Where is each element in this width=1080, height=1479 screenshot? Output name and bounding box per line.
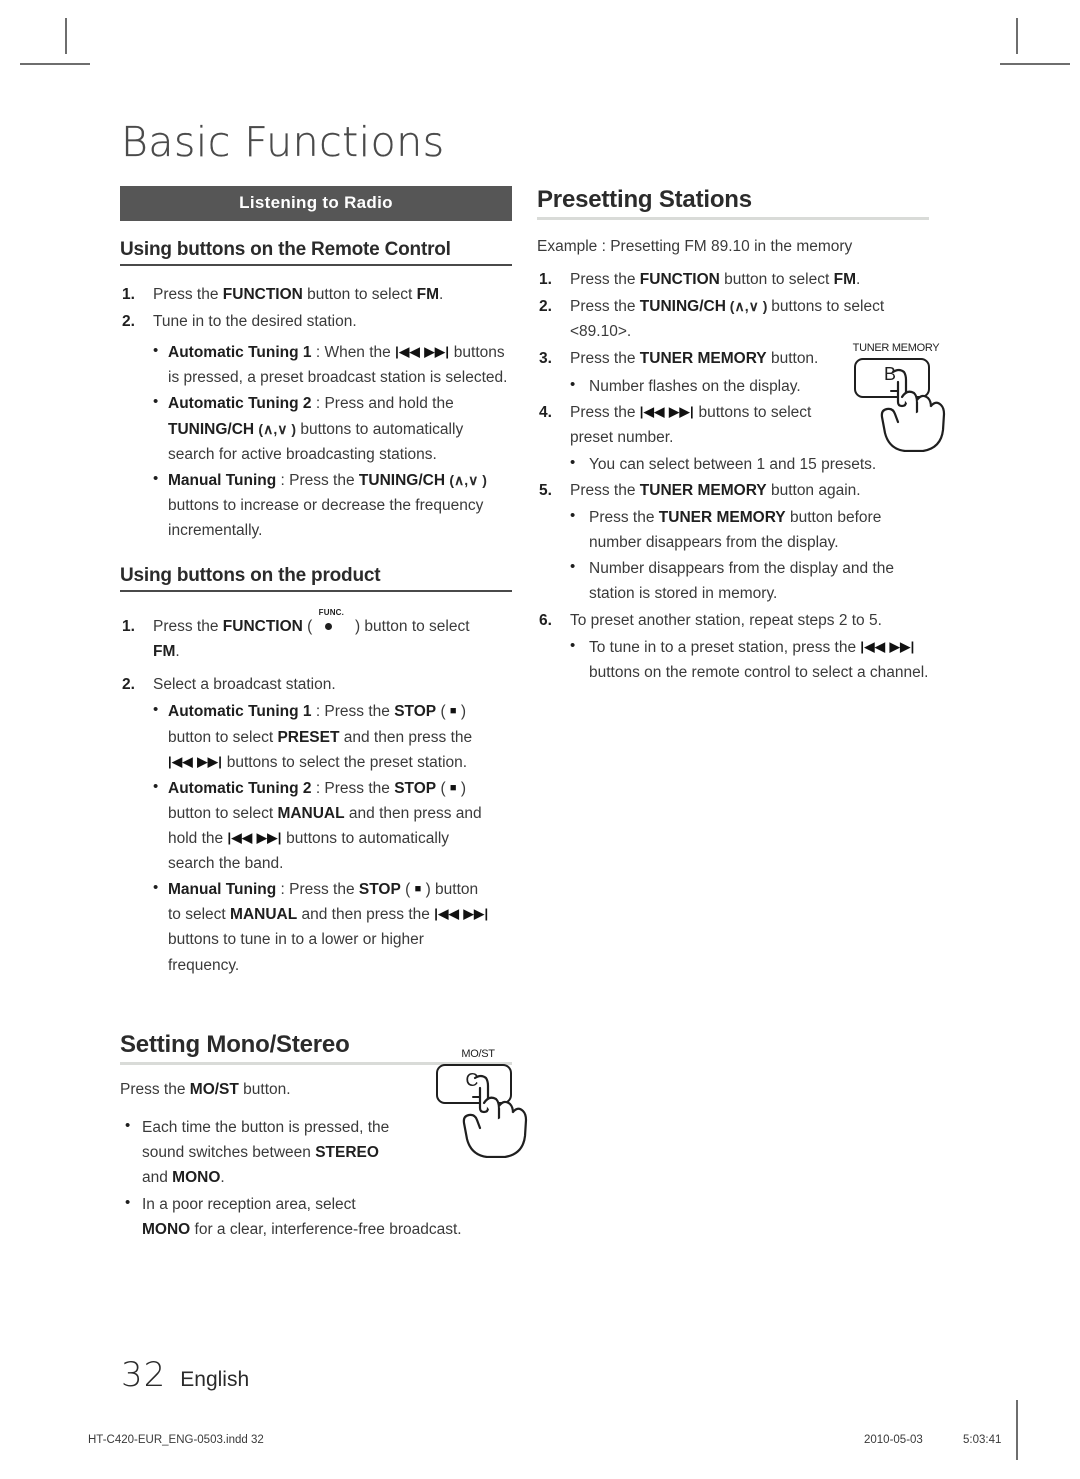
- list-item: 2. Tune in to the desired station.: [120, 309, 512, 334]
- step-text: Press the FUNCTION button to select FM.: [153, 286, 444, 303]
- bullet-label: Manual Tuning: [168, 471, 277, 489]
- step-number: 2.: [122, 676, 135, 694]
- transport-icon: |◀◀ ▶▶|: [227, 829, 282, 845]
- step-number: 4.: [539, 403, 552, 421]
- figure-most-button: MO/ST C: [420, 1048, 536, 1158]
- list-item: In a poor reception area, select MONO fo…: [120, 1191, 512, 1242]
- hand-pressing-icon: [462, 1074, 528, 1158]
- list-item: Number disappears from the display and t…: [537, 555, 929, 606]
- list-item: 1. Press the FUNCTION ( FUNC. ) button t…: [122, 608, 470, 661]
- chevron-updown-icon: (∧,∨ ): [449, 471, 487, 488]
- list-item: 1. Press the FUNCTION button to select F…: [537, 267, 929, 292]
- list-item: 5. Press the TUNER MEMORY button again.: [537, 478, 929, 503]
- sub-heading-product: Using buttons on the product: [120, 565, 381, 587]
- list-item: 1. Press the FUNCTION button to select F…: [120, 282, 512, 307]
- step-number: 5.: [539, 481, 552, 499]
- step-number: 6.: [539, 611, 552, 629]
- divider-product: [120, 590, 512, 593]
- bullet-label: Manual Tuning: [168, 881, 277, 899]
- bullet-label: Automatic Tuning 2: [168, 395, 312, 413]
- chevron-updown-icon: (∧,∨ ): [258, 420, 297, 437]
- divider-presetting-stations: [537, 217, 929, 220]
- transport-icon: |◀◀ ▶▶|: [395, 344, 450, 360]
- step-number: 2.: [122, 313, 135, 331]
- list-item: You can select between 1 and 15 presets.: [537, 451, 929, 477]
- footer-time: 5:03:41: [963, 1434, 1002, 1446]
- bullet-label: Automatic Tuning 2: [168, 779, 312, 797]
- chevron-updown-icon: (∧,∨ ): [725, 298, 772, 315]
- list-item: 2. Select a broadcast station.: [120, 672, 512, 697]
- footer-date: 2010-05-03: [864, 1434, 923, 1446]
- page-title: Basic Functions: [121, 118, 445, 166]
- transport-icon: |◀◀ ▶▶|: [860, 638, 915, 654]
- sub-heading-remote-control: Using buttons on the Remote Control: [120, 239, 451, 260]
- stop-icon: ■: [449, 705, 457, 718]
- transport-icon: |◀◀ ▶▶|: [434, 906, 489, 922]
- list-item: Automatic Tuning 1 : Press the STOP ( ■ …: [120, 698, 512, 774]
- hand-pressing-icon: [880, 368, 946, 452]
- page-language: English: [180, 1368, 250, 1391]
- step-number: 2.: [539, 298, 552, 316]
- stop-icon: ■: [449, 781, 457, 794]
- list-item: Manual Tuning : Press the TUNING/CH (∧,∨…: [120, 467, 512, 543]
- list-item: Manual Tuning : Press the STOP ( ■ ) but…: [120, 876, 512, 977]
- heading-presetting-stations: Presetting Stations: [537, 186, 752, 213]
- function-button-icon: FUNC.: [317, 608, 351, 635]
- step-number: 1.: [539, 271, 552, 289]
- bullet-label: Automatic Tuning 1: [168, 344, 312, 362]
- figure-tuner-memory-button: TUNER MEMORY B: [838, 342, 954, 452]
- list-item: Press the TUNER MEMORY button before num…: [537, 504, 929, 555]
- step-text: Tune in to the desired station.: [153, 313, 357, 331]
- list-item: Automatic Tuning 2 : Press and hold the …: [120, 390, 512, 466]
- step-number: 1.: [122, 286, 135, 303]
- step-number: 3.: [539, 350, 552, 368]
- page-number: 32: [121, 1355, 167, 1395]
- transport-icon: |◀◀ ▶▶|: [639, 403, 695, 419]
- example-text: Example : Presetting FM 89.10 in the mem…: [537, 238, 853, 255]
- list-item: Automatic Tuning 1 : When the |◀◀ ▶▶| bu…: [120, 339, 512, 390]
- transport-icon: |◀◀ ▶▶|: [168, 753, 223, 769]
- list-item: Each time the button is pressed, the sou…: [120, 1114, 452, 1190]
- stop-icon: ■: [414, 883, 422, 896]
- divider-remote-control: [120, 264, 512, 266]
- list-item: 6. To preset another station, repeat ste…: [537, 608, 929, 633]
- list-item: Automatic Tuning 2 : Press the STOP ( ■ …: [120, 775, 512, 876]
- bullet-label: Automatic Tuning 1: [168, 703, 312, 721]
- step-number: 1.: [122, 618, 135, 636]
- section-header-listening-to-radio: Listening to Radio: [120, 186, 512, 221]
- manual-page: Basic Functions Listening to Radio Using…: [0, 0, 1080, 1479]
- page-footer-number: 32 English: [121, 1355, 249, 1395]
- footer-file-name: HT-C420-EUR_ENG-0503.indd 32: [88, 1434, 264, 1446]
- list-item: 2. Press the TUNING/CH (∧,∨ ) buttons to…: [537, 294, 929, 344]
- list-item: To tune in to a preset station, press th…: [537, 634, 929, 685]
